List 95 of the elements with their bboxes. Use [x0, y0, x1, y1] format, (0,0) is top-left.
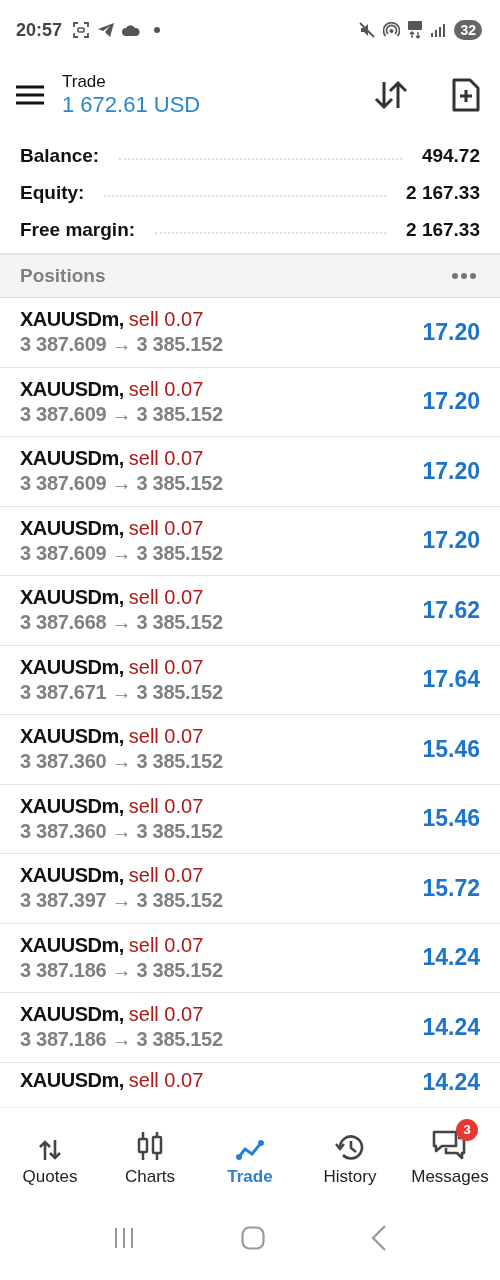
position-profit: 17.20 [422, 318, 480, 346]
history-icon [335, 1132, 365, 1161]
position-order: sell 0.07 [128, 447, 204, 471]
position-row[interactable]: XAUUSDm, sell 0.07 3 387.609 → 3 385.152 17.20 [0, 437, 500, 507]
candlestick-icon [137, 1130, 163, 1161]
position-prices: 3 387.609 → 3 385.152 [20, 541, 223, 565]
position-symbol: XAUUSDm, [20, 377, 124, 401]
summary-value: 2 167.33 [406, 181, 480, 204]
position-prices: 3 387.397 → 3 385.152 [20, 889, 223, 913]
position-prices: 3 387.671 → 3 385.152 [20, 680, 223, 704]
new-order-button[interactable] [450, 76, 482, 114]
hotspot-icon [383, 21, 401, 39]
position-prices: 3 387.668 → 3 385.152 [20, 611, 223, 635]
position-row[interactable]: XAUUSDm, sell 0.07 3 387.609 → 3 385.152 17.20 [0, 506, 500, 576]
nav-tab[interactable]: 3 Messages [400, 1108, 500, 1205]
position-symbol: XAUUSDm, [20, 794, 124, 818]
position-symbol: XAUUSDm, [20, 308, 124, 332]
position-prices: 3 387.186 → 3 385.152 [20, 1028, 223, 1052]
position-symbol: XAUUSDm, [20, 447, 124, 471]
position-order: sell 0.07 [128, 655, 204, 679]
position-symbol: XAUUSDm, [20, 655, 124, 679]
position-order: sell 0.07 [128, 725, 204, 749]
position-profit: 14.24 [422, 1068, 480, 1096]
position-profit: 15.46 [422, 735, 480, 763]
position-symbol: XAUUSDm, [20, 1068, 124, 1092]
position-order: sell 0.07 [128, 1003, 204, 1027]
position-row[interactable]: XAUUSDm, sell 0.07 3 387.186 → 3 385.152 14.24 [0, 923, 500, 993]
position-row[interactable]: XAUUSDm, sell 0.07 14.24 [0, 1062, 500, 1103]
menu-button[interactable] [14, 83, 46, 107]
position-order: sell 0.07 [128, 933, 204, 957]
position-order: sell 0.07 [128, 516, 204, 540]
cloud-icon [122, 24, 141, 36]
position-order: sell 0.07 [128, 1068, 204, 1092]
position-prices: 3 387.186 → 3 385.152 [20, 958, 223, 982]
position-prices: 3 387.609 → 3 385.152 [20, 402, 223, 426]
position-order: sell 0.07 [128, 794, 204, 818]
home-icon[interactable] [241, 1225, 265, 1250]
summary-label: Free margin: [20, 218, 136, 241]
position-prices: 3 387.360 → 3 385.152 [20, 750, 223, 774]
position-row[interactable]: XAUUSDm, sell 0.07 3 387.186 → 3 385.152 14.24 [0, 993, 500, 1063]
position-prices: 3 387.609 → 3 385.152 [20, 472, 223, 496]
summary-label: Equity: [20, 181, 85, 204]
signal-icon [430, 23, 447, 37]
position-profit: 17.20 [422, 527, 480, 555]
summary-label: Balance: [20, 144, 100, 167]
position-prices: 3 387.360 → 3 385.152 [20, 819, 223, 843]
position-symbol: XAUUSDm, [20, 1003, 124, 1027]
account-amount: 1 672.61 USD [62, 92, 201, 118]
position-profit: 14.24 [422, 1013, 480, 1041]
sort-button[interactable] [372, 78, 410, 112]
position-order: sell 0.07 [128, 377, 204, 401]
more-icon[interactable] [452, 273, 476, 279]
screenshot-icon [72, 21, 91, 39]
position-profit: 15.46 [422, 805, 480, 833]
summary-value: 494.72 [421, 144, 480, 167]
notification-badge: 3 [456, 1118, 478, 1141]
section-title: Positions [20, 265, 106, 287]
position-prices: 3 387.609 → 3 385.152 [20, 333, 223, 357]
nav-tab[interactable]: History [300, 1108, 400, 1205]
position-symbol: XAUUSDm, [20, 933, 124, 957]
position-row[interactable]: XAUUSDm, sell 0.07 3 387.668 → 3 385.152 17.62 [0, 576, 500, 646]
status-time: 20:57 [16, 19, 63, 41]
position-row[interactable]: XAUUSDm, sell 0.07 3 387.609 → 3 385.152 17.20 [0, 367, 500, 437]
position-profit: 15.72 [422, 874, 480, 902]
line-chart-icon [235, 1138, 265, 1161]
position-row[interactable]: XAUUSDm, sell 0.07 3 387.360 → 3 385.152 15.46 [0, 784, 500, 854]
position-profit: 17.64 [422, 666, 480, 694]
position-profit: 17.62 [422, 596, 480, 624]
summary-value: 2 167.33 [406, 218, 480, 241]
position-order: sell 0.07 [128, 308, 204, 332]
position-row[interactable]: XAUUSDm, sell 0.07 3 387.609 → 3 385.152 17.20 [0, 298, 500, 368]
nav-tab[interactable]: Charts [100, 1108, 200, 1205]
back-icon[interactable] [371, 1224, 387, 1251]
position-row[interactable]: XAUUSDm, sell 0.07 3 387.671 → 3 385.152 17.64 [0, 645, 500, 715]
muted-speaker-icon [359, 22, 376, 38]
position-profit: 17.20 [422, 388, 480, 416]
position-row[interactable]: XAUUSDm, sell 0.07 3 387.397 → 3 385.152 15.72 [0, 854, 500, 924]
recent-apps-icon[interactable] [113, 1226, 135, 1249]
notification-dot-icon [154, 27, 161, 33]
screen-title: Trade [62, 72, 107, 92]
paper-plane-icon [98, 23, 115, 37]
arrows-icon [38, 1138, 62, 1161]
position-symbol: XAUUSDm, [20, 725, 124, 749]
position-profit: 17.20 [422, 457, 480, 485]
position-order: sell 0.07 [128, 586, 204, 610]
position-symbol: XAUUSDm, [20, 586, 124, 610]
position-profit: 14.24 [422, 944, 480, 972]
position-symbol: XAUUSDm, [20, 864, 124, 888]
network-5g-icon [408, 21, 423, 39]
position-order: sell 0.07 [128, 864, 204, 888]
nav-tab[interactable]: Trade [200, 1108, 300, 1205]
battery-level: 32 [454, 20, 482, 40]
nav-tab[interactable]: Quotes [0, 1108, 100, 1205]
position-row[interactable]: XAUUSDm, sell 0.07 3 387.360 → 3 385.152 15.46 [0, 715, 500, 785]
position-symbol: XAUUSDm, [20, 516, 124, 540]
